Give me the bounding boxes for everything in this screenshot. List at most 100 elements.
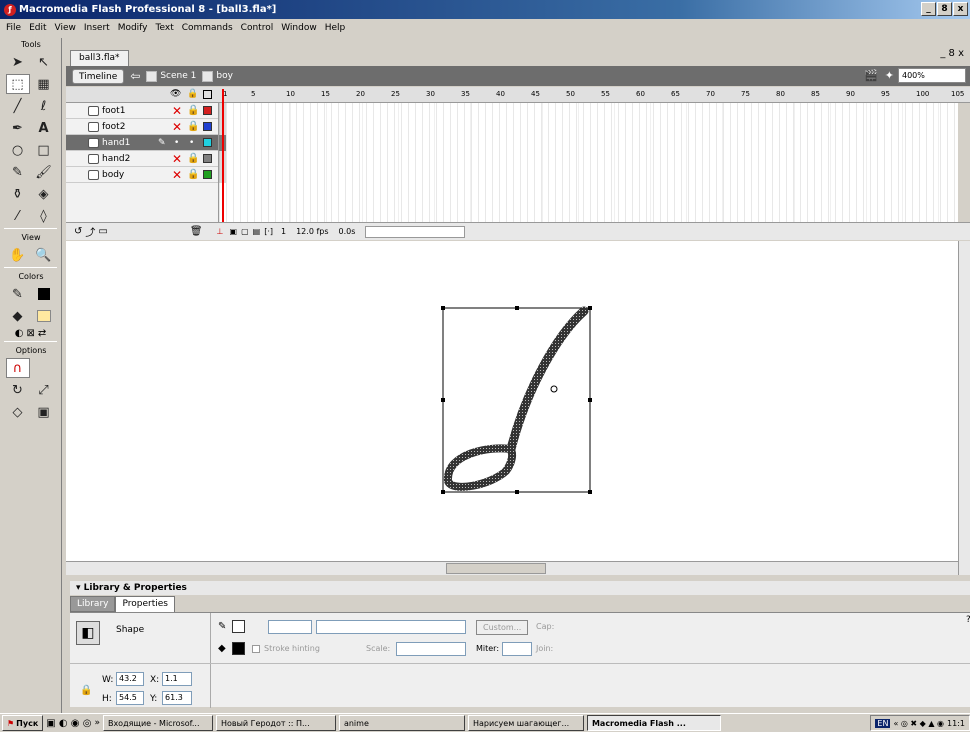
miter-input[interactable] — [502, 642, 532, 656]
outline-color-swatch[interactable] — [203, 170, 212, 179]
envelope-icon[interactable]: ▣ — [32, 402, 56, 422]
modify-onion-markers-icon[interactable]: [·] — [264, 227, 273, 236]
back-arrow-icon[interactable]: ⇦ — [130, 69, 140, 83]
tab-library[interactable]: Library — [70, 596, 116, 612]
lock-all-icon[interactable]: 🔒 — [187, 89, 198, 99]
outline-color-swatch[interactable] — [203, 122, 212, 131]
close-button[interactable]: x — [953, 2, 968, 16]
pencil-tool-icon[interactable]: ✎ — [6, 162, 30, 182]
pen-tool-icon[interactable]: ✒ — [6, 118, 30, 138]
hand-tool-icon[interactable]: ✋ — [6, 245, 30, 265]
layer-foot2[interactable]: foot2 ✕ 🔒 — [66, 119, 218, 135]
fill-color-swatch[interactable] — [232, 642, 245, 655]
delete-layer-icon[interactable]: 🗑 — [190, 226, 203, 237]
snap-magnet-icon[interactable]: ∩ — [5, 358, 30, 378]
menu-window[interactable]: Window — [277, 23, 321, 33]
ink-bottle-tool-icon[interactable]: ⚱ — [6, 184, 30, 204]
paint-bucket-tool-icon[interactable]: ◈ — [32, 184, 56, 204]
stage-vscroll[interactable] — [958, 241, 970, 575]
zoom-tool-icon[interactable]: 🔍 — [32, 245, 56, 265]
outline-color-swatch[interactable] — [203, 106, 212, 115]
hidden-icon[interactable]: ✕ — [172, 168, 182, 182]
outline-all-icon[interactable] — [203, 90, 212, 99]
quicklaunch-more-icon[interactable]: » — [94, 718, 100, 728]
zoom-select[interactable]: 400% — [898, 68, 966, 83]
menu-control[interactable]: Control — [237, 23, 278, 33]
stroke-style-select[interactable] — [316, 620, 466, 634]
black-white-icon[interactable]: ◐ — [15, 328, 24, 339]
quicklaunch-icons[interactable]: ▣ ◐ ◉ ◎ — [46, 718, 91, 729]
fill-transform-tool-icon[interactable]: ▦ — [32, 74, 56, 94]
fill-color-icon[interactable]: ◆ — [6, 306, 30, 326]
eyedropper-tool-icon[interactable]: ⁄ — [6, 206, 30, 226]
menu-modify[interactable]: Modify — [114, 23, 152, 33]
eraser-tool-icon[interactable]: ◊ — [32, 206, 56, 226]
minimize-button[interactable]: _ — [921, 2, 936, 16]
start-button[interactable]: ⚑ Пуск — [2, 715, 44, 731]
menu-edit[interactable]: Edit — [25, 23, 50, 33]
playhead[interactable] — [222, 89, 228, 229]
insert-folder-icon[interactable]: ▭ — [98, 226, 107, 237]
stroke-hinting-checkbox[interactable] — [252, 645, 260, 653]
edit-scene-icon[interactable]: 🎬 — [864, 69, 878, 82]
tab-properties[interactable]: Properties — [115, 596, 175, 612]
layer-hand2[interactable]: hand2 ✕ 🔒 — [66, 151, 218, 167]
add-motion-guide-icon[interactable]: ⤴ — [85, 224, 95, 239]
onion-outlines-icon[interactable]: ▢ — [241, 227, 249, 236]
timeline-hscroll[interactable] — [365, 225, 466, 238]
brush-tool-icon[interactable]: 🖌 — [32, 162, 56, 182]
menu-text[interactable]: Text — [152, 23, 178, 33]
menu-help[interactable]: Help — [321, 23, 350, 33]
outline-color-swatch[interactable] — [203, 154, 212, 163]
free-transform-tool-icon[interactable]: ⬚ — [5, 74, 30, 94]
hand-arm-stroke[interactable] — [506, 306, 589, 454]
selection-tool-icon[interactable]: ➤ — [6, 52, 30, 72]
menu-insert[interactable]: Insert — [80, 23, 114, 33]
center-frame-icon[interactable]: ⊥ — [217, 227, 224, 236]
lock-ratio-icon[interactable]: 🔒 — [80, 685, 92, 696]
task-flash[interactable]: Macromedia Flash ... — [586, 715, 721, 731]
insert-layer-icon[interactable]: ↺ — [74, 226, 82, 237]
transform-point[interactable] — [550, 385, 558, 393]
stroke-height-input[interactable] — [268, 620, 312, 634]
oval-tool-icon[interactable]: ○ — [6, 140, 30, 160]
task-anime-folder[interactable]: anime — [338, 715, 465, 731]
width-input[interactable]: 43.2 — [116, 672, 144, 686]
lock-icon[interactable]: 🔒 — [187, 153, 199, 164]
custom-button[interactable]: Custom... — [476, 620, 529, 635]
show-hide-all-icon[interactable]: 👁 — [170, 89, 181, 99]
language-indicator[interactable]: EN — [875, 718, 891, 728]
stage-hscroll[interactable] — [66, 561, 958, 575]
hscroll-thumb[interactable] — [446, 563, 546, 574]
y-input[interactable]: 61.3 — [162, 691, 192, 705]
layer-foot1[interactable]: foot1 ✕ 🔒 — [66, 103, 218, 119]
stroke-color-icon[interactable]: ✎ — [6, 284, 30, 304]
subselection-tool-icon[interactable]: ↖ — [32, 52, 56, 72]
outline-color-swatch[interactable] — [203, 138, 212, 147]
edit-multiple-frames-icon[interactable]: ▤ — [253, 227, 261, 236]
panel-header[interactable]: ▾ Library & Properties — [70, 581, 970, 595]
line-tool-icon[interactable]: ╱ — [6, 96, 30, 116]
x-input[interactable]: 1.1 — [162, 672, 192, 686]
distort-icon[interactable]: ◇ — [6, 402, 30, 422]
scale-icon[interactable]: ⤢ — [32, 380, 56, 400]
stroke-color-swatch[interactable] — [32, 284, 56, 304]
swap-colors-icon[interactable]: ⇄ — [38, 328, 46, 339]
visible-dot-icon[interactable]: • — [174, 138, 179, 148]
layer-hand1[interactable]: hand1 ✎ • • — [66, 135, 218, 151]
no-color-icon[interactable]: ⊠ — [26, 328, 34, 339]
restore-button[interactable]: 8 — [937, 2, 952, 16]
lock-icon[interactable]: 🔒 — [187, 121, 199, 132]
task-browser[interactable]: Новый Геродот :: П... — [215, 715, 336, 731]
unlocked-dot-icon[interactable]: • — [189, 138, 194, 148]
fill-color-swatch[interactable] — [32, 306, 56, 326]
help-icon[interactable]: ? — [966, 615, 970, 625]
text-tool-icon[interactable]: A — [32, 118, 56, 138]
height-input[interactable]: 54.5 — [116, 691, 144, 705]
task-word[interactable]: Нарисуем шагающег... — [467, 715, 584, 731]
document-window-controls[interactable]: _ 8 x — [940, 48, 964, 59]
frames-grid[interactable] — [218, 103, 958, 223]
hand-palm-stroke[interactable] — [444, 444, 517, 491]
tray-icons[interactable]: « ◎ ✖ ◆ ▲ ◉ — [893, 719, 944, 728]
breadcrumb-scene[interactable]: Scene 1 — [146, 70, 196, 82]
